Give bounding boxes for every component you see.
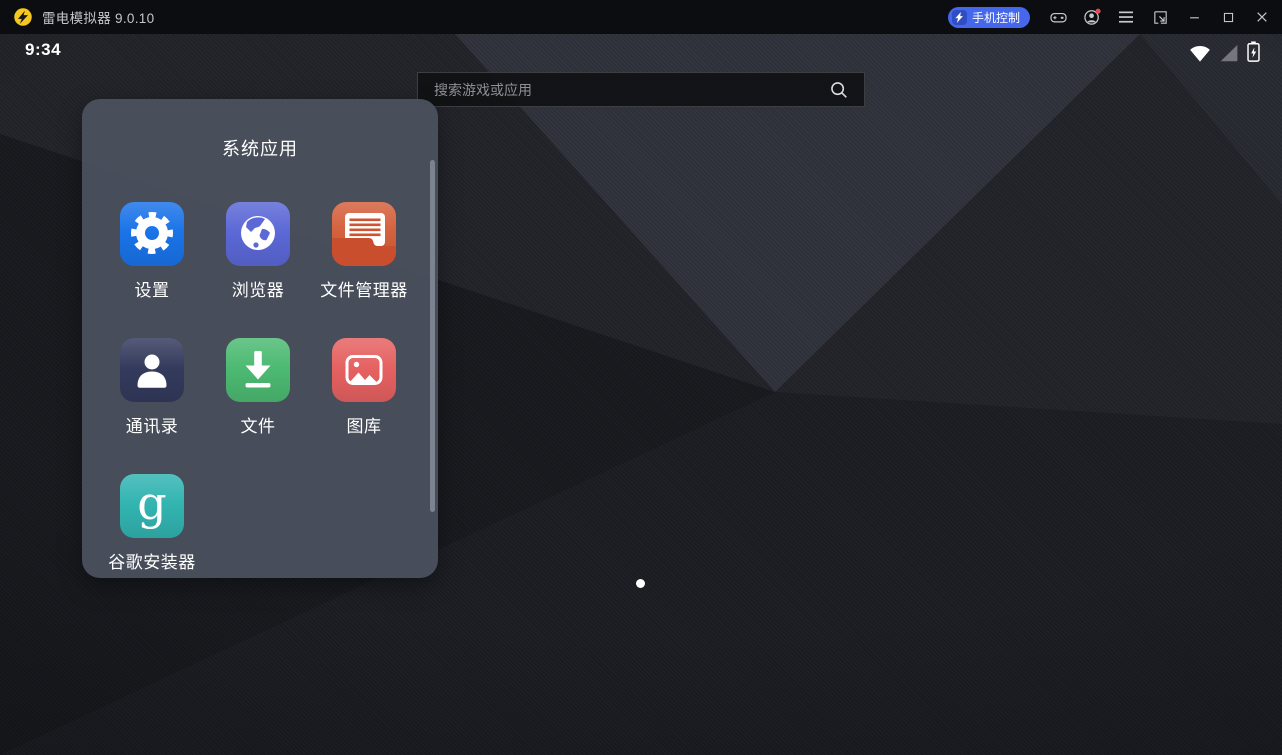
notification-dot: [1096, 9, 1101, 14]
status-clock: 9:34: [25, 40, 61, 60]
gamepad-icon: [1049, 8, 1068, 27]
app-settings[interactable]: 设置: [99, 202, 205, 301]
battery-charging-icon: [1247, 41, 1260, 62]
app-label: 浏览器: [232, 276, 285, 301]
resize-expand-icon: [1152, 9, 1169, 26]
close-button[interactable]: [1248, 2, 1276, 32]
minimize-button[interactable]: [1180, 2, 1208, 32]
status-icons: [1189, 41, 1260, 62]
files-download-icon: [226, 338, 290, 402]
folder-scrollbar[interactable]: [430, 160, 435, 512]
magnifier-icon[interactable]: [828, 79, 850, 101]
app-label: 设置: [135, 276, 170, 301]
app-gallery[interactable]: 图库: [311, 338, 417, 437]
app-label: 文件管理器: [320, 276, 408, 301]
wifi-icon: [1189, 43, 1211, 62]
app-browser[interactable]: 浏览器: [205, 202, 311, 301]
app-label: 文件: [241, 412, 276, 437]
window-title: 雷电模拟器 9.0.10: [42, 7, 154, 27]
cell-signal-icon: [1219, 43, 1239, 62]
bolt-icon: [952, 10, 967, 25]
emulator-window: 雷电模拟器 9.0.10 手机控制: [0, 0, 1282, 755]
app-label: 通讯录: [126, 412, 179, 437]
android-screen: 9:34 系统应用: [0, 34, 1282, 755]
google-installer-g-icon: g: [120, 474, 184, 538]
system-apps-folder: 系统应用 设置: [82, 99, 438, 578]
maximize-button[interactable]: [1214, 2, 1242, 32]
search-bar: [417, 72, 865, 107]
search-input[interactable]: [434, 82, 828, 98]
user-account-button[interactable]: [1078, 2, 1106, 32]
phone-control-button[interactable]: 手机控制: [948, 7, 1030, 28]
app-files[interactable]: 文件: [205, 338, 311, 437]
fullscreen-button[interactable]: [1146, 2, 1174, 32]
gallery-image-icon: [332, 338, 396, 402]
hamburger-menu-icon: [1118, 10, 1134, 24]
titlebar-left: 雷电模拟器 9.0.10: [0, 7, 948, 27]
close-icon: [1254, 9, 1270, 25]
titlebar-controls: 手机控制: [948, 2, 1282, 32]
menu-button[interactable]: [1112, 2, 1140, 32]
app-google-installer[interactable]: g 谷歌安装器: [99, 474, 205, 573]
minimize-icon: [1187, 10, 1202, 25]
settings-gear-icon: [120, 202, 184, 266]
gamepad-button[interactable]: [1044, 2, 1072, 32]
file-manager-icon: [332, 202, 396, 266]
page-indicator-dot: [636, 579, 645, 588]
contacts-person-icon: [120, 338, 184, 402]
browser-globe-icon: [226, 202, 290, 266]
folder-title: 系统应用: [82, 135, 438, 161]
user-icon: [1082, 7, 1102, 27]
ldplayer-logo-icon: [13, 7, 33, 27]
app-label: 图库: [347, 412, 382, 437]
maximize-icon: [1221, 10, 1236, 25]
app-file-manager[interactable]: 文件管理器: [311, 202, 417, 301]
titlebar: 雷电模拟器 9.0.10 手机控制: [0, 0, 1282, 34]
app-contacts[interactable]: 通讯录: [99, 338, 205, 437]
app-label: 谷歌安装器: [108, 548, 196, 573]
